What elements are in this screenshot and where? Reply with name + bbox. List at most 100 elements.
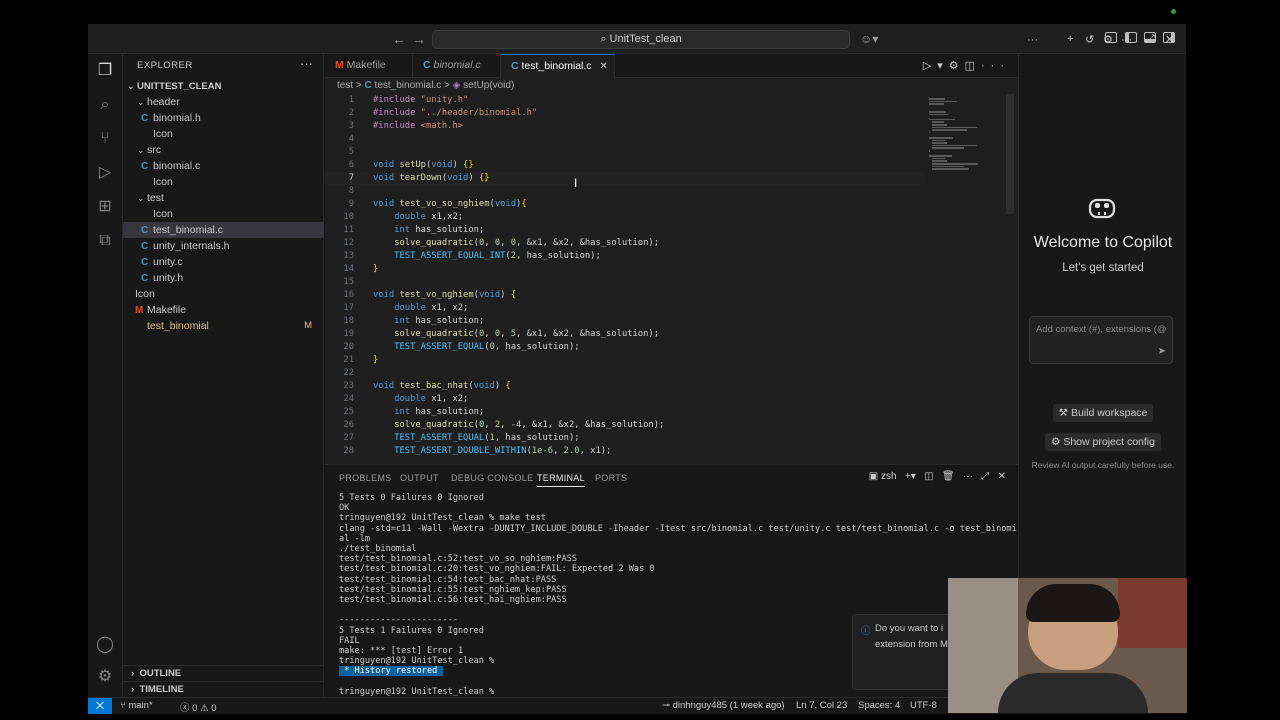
new-terminal-icon[interactable]: +▾ [899, 471, 916, 482]
copilot-menu-icon[interactable]: ☺▾ [860, 32, 878, 46]
code-text: } [373, 264, 379, 274]
tree-file-unity-c[interactable]: Cunity.c [123, 254, 324, 270]
build-workspace-button[interactable]: ⚒ Build workspace [1019, 404, 1186, 422]
close-icon[interactable]: ✕ [600, 61, 608, 72]
editor-scrollbar[interactable] [1006, 94, 1014, 214]
forward-arrow-icon[interactable]: → [412, 31, 426, 47]
source-control-icon[interactable]: ⑂ [96, 130, 114, 148]
minimap-line [929, 113, 949, 116]
search-icon[interactable]: ⌕ [96, 96, 114, 114]
tree-file-unity-h[interactable]: Cunity.h [123, 270, 324, 286]
tree-folder-header[interactable]: ⌄ header [123, 94, 324, 110]
terminal-line: 5 Tests 0 Failures 0 Ignored [339, 493, 484, 503]
split-editor-icon[interactable]: ◫ [965, 60, 981, 72]
tree-file-icon[interactable]: Icon [123, 126, 324, 142]
tree-file-test-binomial[interactable]: test_binomial M [123, 318, 324, 334]
minimap-line [932, 157, 945, 160]
code-text: int has_solution; [394, 316, 485, 326]
terminal-shell-label[interactable]: zsh [881, 471, 897, 482]
code-text: TEST_ASSERT_EQUAL_INT(2, has_solution); [394, 251, 601, 261]
tab-ports[interactable]: PORTS [595, 473, 627, 483]
extension-notification[interactable]: ⓘ Do you want to i extension from M [852, 614, 952, 690]
tree-file-icon[interactable]: Icon [123, 286, 324, 302]
tree-file-unity-internals-h[interactable]: Cunity_internals.h [123, 238, 324, 254]
new-chat-icon[interactable]: + [1067, 33, 1073, 45]
minimap-line [929, 131, 930, 134]
tree-folder-test[interactable]: ⌄ test [123, 190, 324, 206]
tree-file-binomial-h[interactable]: Cbinomial.h [123, 110, 324, 126]
outline-section[interactable]: › OUTLINE [123, 665, 324, 681]
tree-item-label: binomial.c [153, 160, 201, 172]
split-terminal-icon[interactable]: ◫ [919, 471, 933, 482]
tab-problems[interactable]: PROBLEMS [339, 473, 391, 483]
more-actions-icon[interactable]: ··· [957, 471, 973, 482]
more-actions-icon[interactable]: ··· [1027, 34, 1038, 46]
breadcrumb: test > C test_binomial.c > ◈ setUp(void) [337, 80, 514, 91]
chat-input[interactable]: Add context (#), extensions (@ ➤ [1029, 316, 1173, 364]
tab-terminal[interactable]: TERMINAL [537, 473, 585, 487]
send-icon[interactable]: ➤ [1158, 346, 1166, 357]
minimap[interactable] [925, 94, 1005, 194]
explorer-icon[interactable]: ❐ [96, 62, 114, 80]
tab-binomial-c[interactable]: C binomial.c [413, 54, 501, 78]
show-project-config-button[interactable]: ⚙ Show project config [1019, 433, 1186, 451]
tree-file-makefile[interactable]: M Makefile [123, 302, 324, 318]
settings-icon[interactable]: ⚙ [949, 60, 965, 72]
close-icon[interactable]: ✕ [1165, 33, 1174, 46]
cursor-position[interactable]: Ln 7, Col 23 [796, 700, 847, 711]
minimap-line [932, 124, 948, 126]
more-actions-icon[interactable]: ··· [300, 56, 313, 71]
tree-folder-src[interactable]: ⌄ src [123, 142, 324, 158]
encoding[interactable]: UTF-8 [910, 700, 937, 711]
manage-gear-icon[interactable]: ⚙ [96, 668, 114, 686]
account-icon[interactable]: ◯ [96, 636, 114, 654]
tab-makefile[interactable]: M Makefile [325, 54, 413, 78]
symbol-method-icon: ◈ [452, 80, 461, 91]
breadcrumb-symbol[interactable]: setUp(void) [463, 80, 514, 91]
trash-icon[interactable]: 🗑 [936, 471, 955, 482]
workspace-root[interactable]: ⌄ UNITTEST_CLEAN [123, 78, 324, 94]
problems-indicator[interactable]: ⓧ 0 ⚠ 0 [180, 700, 217, 714]
tree-item-label: test_binomial [147, 320, 209, 332]
terminal-line: make: *** [test] Error 1 [339, 646, 464, 656]
run-debug-icon[interactable]: ▷ [96, 164, 114, 182]
line-number: 3 [348, 121, 354, 131]
close-panel-icon[interactable]: ✕ [992, 471, 1006, 482]
line-number: 2 [348, 108, 354, 118]
indentation[interactable]: Spaces: 4 [858, 700, 900, 711]
remote-explorer-icon[interactable]: ⧉ [96, 232, 114, 250]
tree-file-test-binomial-c[interactable]: Ctest_binomial.c [123, 222, 324, 238]
tree-file-binomial-c[interactable]: Cbinomial.c [123, 158, 324, 174]
timeline-label: TIMELINE [139, 684, 184, 695]
minimap-line [932, 165, 964, 168]
timeline-section[interactable]: › TIMELINE [123, 681, 324, 697]
code-line[interactable]: 7 void tearDown(void) {} [325, 172, 925, 185]
run-icon[interactable]: ▷▾ [923, 60, 949, 72]
extensions-icon[interactable]: ⊞ [96, 198, 114, 216]
line-number: 20 [343, 342, 354, 352]
tree-file-icon[interactable]: Icon [123, 206, 324, 222]
breadcrumb-file[interactable]: test_binomial.c [375, 80, 442, 91]
settings-icon[interactable]: ⚙ [1103, 33, 1113, 46]
git-blame[interactable]: ⊸ dinhnguy485 (1 week ago) [662, 700, 785, 711]
tree-file-icon[interactable]: Icon [123, 174, 324, 190]
history-icon[interactable]: ↺ [1085, 33, 1094, 46]
back-arrow-icon[interactable]: ← [392, 31, 406, 47]
c-file-icon: C [141, 113, 149, 124]
tab-test-binomial-c[interactable]: C test_binomial.c ✕ [501, 54, 615, 78]
terminal-prompt[interactable]: tringuyen@192 UnitTest_clean % [339, 687, 494, 697]
breadcrumb-folder[interactable]: test [337, 80, 353, 91]
more-actions-icon[interactable]: ··· [1121, 34, 1132, 46]
tab-debug-console[interactable]: DEBUG CONSOLE [451, 473, 533, 483]
command-center-search[interactable]: ⌕ UnitTest_clean [432, 30, 850, 49]
tab-output[interactable]: OUTPUT [400, 473, 439, 483]
line-number: 5 [348, 147, 354, 157]
maximize-icon[interactable]: ⤢ [1146, 33, 1155, 46]
maximize-panel-icon[interactable]: ⤢ [976, 471, 989, 482]
remote-indicator-icon[interactable]: ⨉ [88, 698, 112, 714]
history-restored-label: History restored [354, 666, 438, 677]
branch-indicator[interactable]: ⑂ main* [120, 700, 153, 711]
tree-item-label: Icon [153, 176, 173, 188]
more-actions-icon[interactable]: ··· [981, 60, 1010, 72]
notification-text-line1: Do you want to i [875, 623, 944, 634]
